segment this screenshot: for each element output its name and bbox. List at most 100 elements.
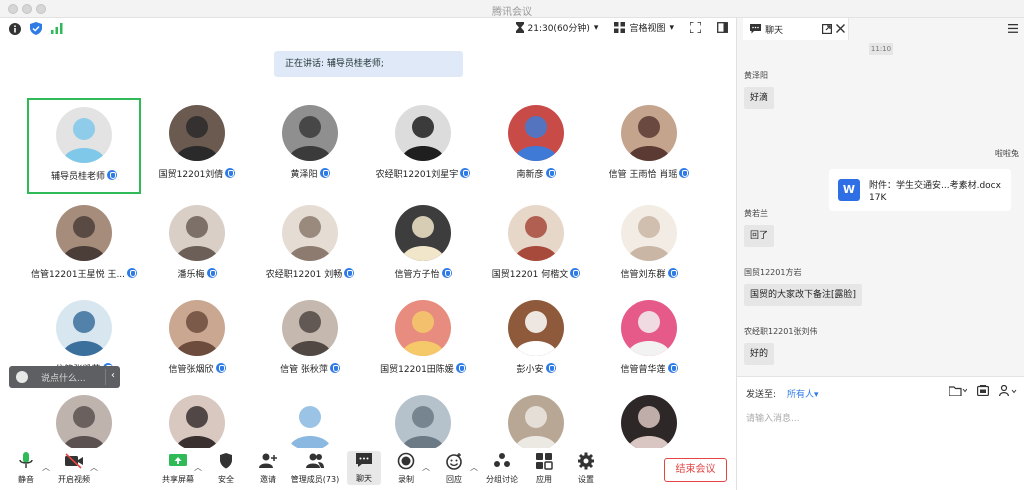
meeting-timer[interactable]: 21:30(60分钟) ▾ xyxy=(515,21,598,34)
avatar xyxy=(508,300,564,356)
shield-icon[interactable] xyxy=(29,22,42,35)
participant-tile[interactable]: 辅导员桂老师 xyxy=(27,98,141,194)
message-sender: 黄泽阳 xyxy=(744,71,768,80)
emoji-icon[interactable] xyxy=(16,371,28,383)
quick-chat-bar[interactable]: 说点什么... ‹ xyxy=(9,366,120,388)
screenshot-icon[interactable] xyxy=(977,385,989,396)
message-bubble[interactable]: 国贸的大家改下备注[露脸] xyxy=(744,284,863,306)
security-button[interactable]: 安全 xyxy=(206,452,246,485)
participant-name: 信管曾华莲 xyxy=(592,362,706,375)
record-button[interactable]: 录制 xyxy=(386,452,426,485)
participant-tile[interactable]: 农经职12201 刘畅 xyxy=(253,198,367,294)
participant-name: 黄泽阳 xyxy=(253,167,367,180)
avatar xyxy=(56,205,112,261)
participant-name-text: 南新彦 xyxy=(516,170,544,180)
participant-tile[interactable]: 信管 张秋萍 xyxy=(253,293,367,389)
grid-view-icon xyxy=(614,22,626,33)
participant-name: 信管刘东群 xyxy=(592,267,706,280)
hourglass-icon xyxy=(515,22,524,33)
message-bubble[interactable]: 回了 xyxy=(744,225,775,247)
participant-name-text: 信管 张秋萍 xyxy=(280,365,328,375)
file-attachment[interactable]: W 附件：学生交通安...考素材.docx 17K xyxy=(829,169,1011,211)
participant-tile[interactable]: 彭小安 xyxy=(479,293,593,389)
end-meeting-button[interactable]: 结束会议 xyxy=(664,458,727,482)
avatar xyxy=(508,205,564,261)
participant-tile[interactable]: 信管张烟欣 xyxy=(140,293,254,389)
chevron-up-icon[interactable]: ︿ xyxy=(42,462,50,473)
chevron-up-icon[interactable]: ︿ xyxy=(470,462,478,473)
participant-name: 信管12201王星悦 王... xyxy=(27,267,141,280)
breakout-rooms-button[interactable]: 分组讨论 xyxy=(482,452,522,485)
toggle-sidebar-button[interactable] xyxy=(717,22,728,33)
chevron-down-icon: ▾ xyxy=(669,22,674,33)
participant-name-text: 潘乐梅 xyxy=(177,270,205,280)
chevron-left-icon[interactable]: ‹ xyxy=(111,370,115,381)
signal-icon[interactable] xyxy=(50,22,63,35)
start-video-button[interactable]: 开启视频 xyxy=(54,452,94,485)
video-off-icon xyxy=(65,453,83,469)
avatar xyxy=(395,395,451,451)
message-bubble[interactable]: 好的 xyxy=(744,343,775,365)
participant-name: 南新彦 xyxy=(479,167,593,180)
shield-icon xyxy=(220,453,232,469)
word-file-icon: W xyxy=(838,179,860,201)
chat-messages: 11:10 黄泽阳 好滴 啦啦兔 W 附件：学生交通安...考素材.docx 1… xyxy=(737,40,1024,376)
fullscreen-button[interactable] xyxy=(690,22,701,33)
title-bar: 腾讯会议 xyxy=(0,0,1024,18)
message-bubble[interactable]: 好滴 xyxy=(744,87,775,109)
participant-name-text: 农经职12201刘星宇 xyxy=(375,170,459,180)
chevron-up-icon[interactable]: ︿ xyxy=(422,462,430,473)
share-screen-button[interactable]: 共享屏幕 xyxy=(158,452,198,485)
participant-tile[interactable]: 潘乐梅 xyxy=(140,198,254,294)
share-screen-icon xyxy=(169,454,187,466)
participant-tile[interactable]: 国贸12201 何楷文 xyxy=(479,198,593,294)
chevron-up-icon[interactable]: ︿ xyxy=(90,462,98,473)
settings-button[interactable]: 设置 xyxy=(566,452,606,485)
participant-tile[interactable]: 国贸12201田陈媛 xyxy=(366,293,480,389)
popout-icon[interactable] xyxy=(822,24,832,34)
participant-tile[interactable]: 信管刘东群 xyxy=(592,198,706,294)
view-mode-dropdown[interactable]: 宫格视图 ▾ xyxy=(614,21,674,34)
chevron-up-icon[interactable]: ︿ xyxy=(194,462,202,473)
chat-panel: 聊天 11:10 黄泽阳 好滴 啦啦兔 W 附件：学生交通安...考素材.doc… xyxy=(736,18,1024,490)
participant-name: 辅导员桂老师 xyxy=(29,169,139,182)
participant-tile[interactable]: 南新彦 xyxy=(479,98,593,194)
participant-tile[interactable]: 信管 王雨恰 肖瑶 xyxy=(592,98,706,194)
send-to-label: 发送至: xyxy=(746,390,777,400)
participant-tile[interactable]: 农经职12201刘星宇 xyxy=(366,98,480,194)
mute-button[interactable]: 静音 xyxy=(6,452,46,485)
avatar xyxy=(282,205,338,261)
participant-name: 信管张烟欣 xyxy=(140,362,254,375)
info-icon[interactable] xyxy=(8,22,21,35)
tab-chat[interactable]: 聊天 xyxy=(743,18,849,40)
participant-tile[interactable]: 信管曾华莲 xyxy=(592,293,706,389)
message-input[interactable]: 请输入消息... xyxy=(746,411,800,424)
participant-name-text: 农经职12201 刘畅 xyxy=(265,270,343,280)
participant-tile[interactable]: 信管12201王星悦 王... xyxy=(27,198,141,294)
meeting-topbar: 21:30(60分钟) ▾ 宫格视图 ▾ xyxy=(0,18,736,40)
menu-icon[interactable] xyxy=(1008,24,1018,33)
chat-button[interactable]: 聊天 xyxy=(347,451,381,485)
close-icon[interactable] xyxy=(836,24,845,33)
participant-tile[interactable]: 国贸12201刘倩 xyxy=(140,98,254,194)
user-select-icon[interactable] xyxy=(999,385,1017,396)
chat-label: 聊天 xyxy=(356,474,372,483)
message-sender: 黄若兰 xyxy=(744,209,768,218)
file-upload-icon[interactable] xyxy=(949,385,967,396)
apps-button[interactable]: 应用 xyxy=(524,452,564,485)
participant-tile[interactable]: 信管方子怡 xyxy=(366,198,480,294)
react-button[interactable]: 回应 xyxy=(434,452,474,485)
avatar xyxy=(395,105,451,161)
message-timestamp: 11:10 xyxy=(869,43,893,55)
fullscreen-icon xyxy=(690,22,701,33)
invite-button[interactable]: 邀请 xyxy=(248,452,288,485)
avatar xyxy=(56,395,112,451)
avatar xyxy=(169,205,225,261)
microphone-icon xyxy=(545,363,556,373)
participant-tile[interactable]: 黄泽阳 xyxy=(253,98,367,194)
participant-name-text: 信管方子怡 xyxy=(394,270,440,280)
record-label: 录制 xyxy=(398,475,414,484)
recipient-select[interactable]: 所有人▾ xyxy=(787,387,819,400)
manage-members-button[interactable]: 管理成员(73) xyxy=(290,452,340,485)
chat-header: 聊天 xyxy=(737,18,1024,40)
